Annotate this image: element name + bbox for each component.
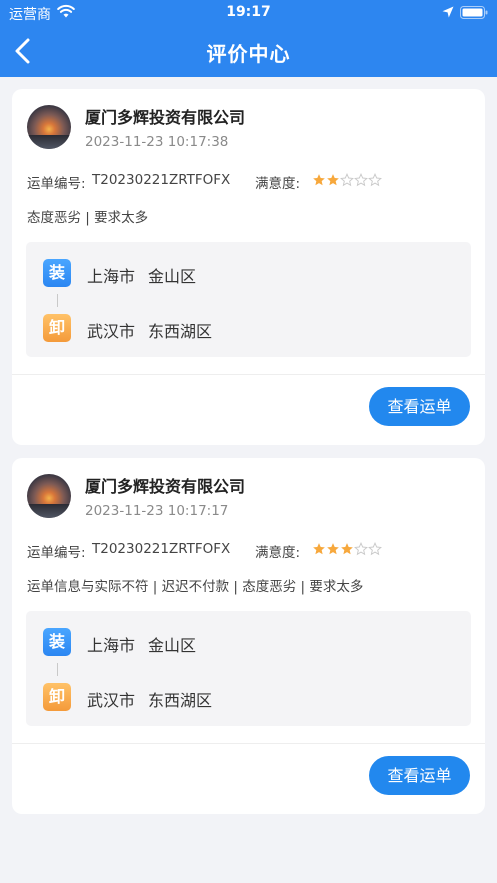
- battery-icon: [460, 6, 488, 19]
- satisfaction-stars: [312, 173, 382, 187]
- company-name: 厦门多辉投资有限公司: [85, 477, 246, 496]
- status-bar: 运营商 19:17: [0, 0, 497, 26]
- order-no-label: 运单编号:: [27, 176, 86, 192]
- unload-district: 东西湖区: [148, 322, 213, 341]
- star-filled-icon: [313, 543, 325, 555]
- review-card: 厦门多辉投资有限公司 2023-11-23 10:17:17 运单编号: T20…: [12, 458, 485, 814]
- load-district: 金山区: [148, 636, 197, 655]
- star-filled-icon: [313, 174, 325, 186]
- company-name: 厦门多辉投资有限公司: [85, 108, 246, 127]
- card-divider: [12, 743, 485, 744]
- satisfaction-label: 满意度:: [255, 176, 301, 192]
- view-waybill-button[interactable]: 查看运单: [369, 387, 470, 426]
- route-connector: [57, 294, 58, 307]
- status-time: 19:17: [226, 4, 271, 20]
- star-empty-icon: [368, 173, 382, 187]
- review-tags: 态度恶劣 | 要求太多: [27, 210, 149, 226]
- unload-district: 东西湖区: [148, 691, 213, 710]
- satisfaction-label: 满意度:: [255, 545, 301, 561]
- star-empty-icon: [340, 173, 354, 187]
- star-filled-icon: [327, 174, 339, 186]
- star-filled-icon: [341, 543, 353, 555]
- load-badge: 装: [43, 628, 71, 656]
- review-time: 2023-11-23 10:17:17: [85, 503, 229, 519]
- order-no-value: T20230221ZRTFOFX: [92, 541, 231, 557]
- star-empty-icon: [368, 542, 382, 556]
- avatar: [27, 105, 71, 149]
- header: 运营商 19:17 评价中心: [0, 0, 497, 77]
- route-box: 装 卸 上海市 金山区 武汉市 东西湖区: [26, 611, 471, 726]
- card-divider: [12, 374, 485, 375]
- avatar: [27, 474, 71, 518]
- unload-badge: 卸: [43, 683, 71, 711]
- star-filled-icon: [327, 543, 339, 555]
- review-time: 2023-11-23 10:17:38: [85, 134, 229, 150]
- load-district: 金山区: [148, 267, 197, 286]
- page-title: 评价中心: [206, 42, 291, 66]
- load-city: 上海市: [87, 636, 136, 655]
- star-empty-icon: [354, 173, 368, 187]
- review-card: 厦门多辉投资有限公司 2023-11-23 10:17:38 运单编号: T20…: [12, 89, 485, 445]
- load-city: 上海市: [87, 267, 136, 286]
- review-tags: 运单信息与实际不符 | 迟迟不付款 | 态度恶劣 | 要求太多: [27, 579, 364, 595]
- location-arrow-icon: [442, 6, 454, 18]
- route-connector: [57, 663, 58, 676]
- load-badge: 装: [43, 259, 71, 287]
- satisfaction-stars: [312, 542, 382, 556]
- unload-city: 武汉市: [87, 322, 136, 341]
- view-waybill-button[interactable]: 查看运单: [369, 756, 470, 795]
- unload-badge: 卸: [43, 314, 71, 342]
- route-box: 装 卸 上海市 金山区 武汉市 东西湖区: [26, 242, 471, 357]
- unload-city: 武汉市: [87, 691, 136, 710]
- star-empty-icon: [354, 542, 368, 556]
- order-no-label: 运单编号:: [27, 545, 86, 561]
- order-no-value: T20230221ZRTFOFX: [92, 172, 231, 188]
